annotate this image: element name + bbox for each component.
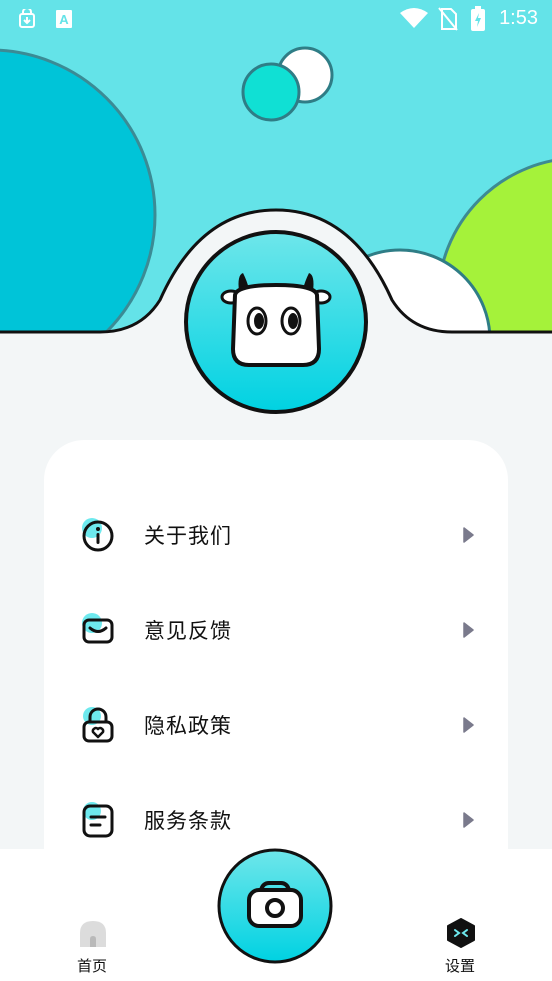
chevron-right-icon: [463, 717, 474, 733]
menu-item-feedback[interactable]: 意见反馈: [44, 595, 508, 665]
chevron-right-icon: [463, 812, 474, 828]
status-time: 1:53: [499, 7, 538, 29]
menu-item-label: 关于我们: [144, 524, 232, 548]
no-sim-icon: [438, 7, 458, 31]
shield-download-icon: [19, 9, 35, 28]
tab-home-label: 首页: [76, 957, 107, 975]
avatar[interactable]: [183, 229, 369, 415]
info-icon: [82, 518, 114, 552]
settings-hexagon-icon: [447, 918, 475, 948]
camera-icon: [217, 848, 333, 964]
chevron-right-icon: [463, 527, 474, 543]
camera-button[interactable]: [217, 848, 333, 964]
status-bar: A 1:53: [0, 0, 552, 38]
menu-item-terms-of-service[interactable]: 服务条款: [44, 785, 508, 855]
tab-settings[interactable]: 设置: [420, 913, 500, 977]
wifi-icon: [400, 8, 428, 28]
menu-item-about-us[interactable]: 关于我们: [44, 500, 508, 570]
settings-menu-card: 关于我们 意见反馈 隐私政策 服务条款: [44, 440, 508, 910]
privacy-lock-icon: [82, 707, 114, 743]
svg-text:A: A: [59, 12, 69, 27]
cow-mascot-icon: [184, 230, 368, 414]
menu-item-privacy-policy[interactable]: 隐私政策: [44, 690, 508, 760]
text-a-icon: A: [56, 10, 72, 28]
terms-document-icon: [82, 802, 114, 838]
menu-item-label: 服务条款: [144, 809, 232, 833]
menu-item-label: 隐私政策: [144, 714, 232, 738]
battery-charging-icon: [471, 6, 485, 31]
tab-settings-label: 设置: [444, 957, 475, 975]
home-icon: [80, 921, 106, 947]
chevron-right-icon: [463, 622, 474, 638]
menu-item-label: 意见反馈: [144, 619, 232, 643]
tab-home[interactable]: 首页: [52, 913, 132, 977]
feedback-mail-icon: [82, 613, 114, 644]
